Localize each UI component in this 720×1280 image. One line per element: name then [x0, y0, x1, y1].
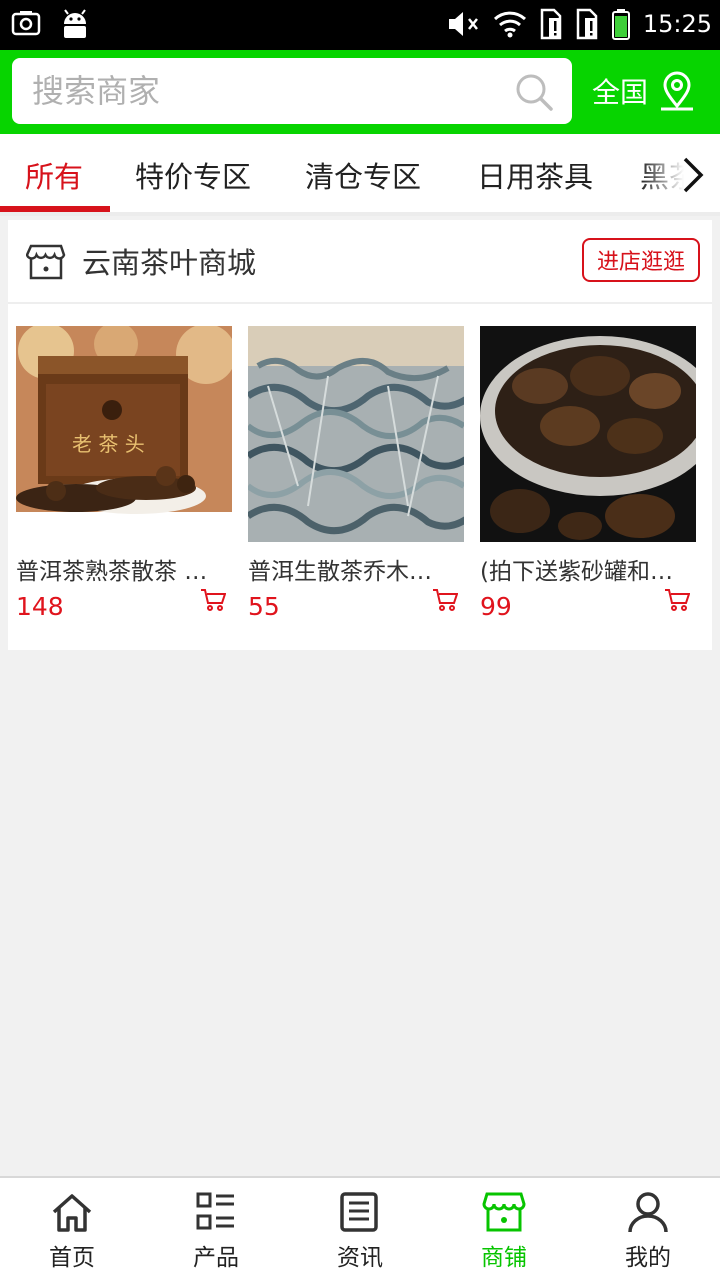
nav-products-label: 产品 [193, 1245, 239, 1271]
android-icon [64, 9, 86, 38]
chevron-right-icon[interactable] [680, 155, 706, 195]
product-image[interactable] [248, 326, 464, 542]
nav-home-label: 首页 [49, 1245, 95, 1271]
nav-shops[interactable]: 商铺 [432, 1178, 576, 1280]
svg-text:老 茶 头: 老 茶 头 [72, 432, 145, 456]
tab-tea-ware[interactable]: 日用茶具 [450, 134, 620, 212]
wifi-icon [493, 11, 526, 38]
region-selector[interactable]: 全国 [592, 64, 696, 118]
mute-icon [448, 12, 478, 36]
status-bar: 15:25 [0, 0, 720, 50]
product-list-icon [196, 1192, 234, 1230]
product-card[interactable]: 普洱生散茶乔木… 55 [248, 326, 464, 621]
search-box[interactable] [12, 58, 572, 124]
nav-shops-label: 商铺 [481, 1245, 527, 1271]
shop-icon [482, 1192, 526, 1232]
tab-special-price[interactable]: 特价专区 [110, 134, 276, 212]
cart-icon[interactable] [664, 588, 690, 612]
nav-home[interactable]: 首页 [0, 1178, 144, 1280]
clock-time: 15:25 [642, 10, 712, 38]
product-name[interactable]: 普洱茶熟茶散茶 … [16, 552, 216, 586]
active-tab-indicator [0, 206, 110, 212]
visit-store-button[interactable]: 进店逛逛 [582, 238, 700, 282]
product-image[interactable] [480, 326, 696, 542]
sim-alert-icon [576, 8, 598, 40]
nav-products[interactable]: 产品 [144, 1178, 288, 1280]
user-icon [628, 1192, 668, 1233]
battery-icon [611, 9, 630, 40]
tab-clearance[interactable]: 清仓专区 [278, 134, 448, 212]
nav-news[interactable]: 资讯 [288, 1178, 432, 1280]
nav-me[interactable]: 我的 [576, 1178, 720, 1280]
header-bar: 全国 [0, 50, 720, 134]
category-tabs: 所有 特价专区 清仓专区 日用茶具 黑茶 [0, 134, 720, 216]
store-icon [26, 244, 66, 280]
screenshot-icon [11, 11, 41, 36]
store-header: 云南茶叶商城 进店逛逛 [8, 220, 712, 304]
cart-icon[interactable] [200, 588, 226, 612]
product-name[interactable]: 普洱生散茶乔木… [248, 552, 448, 586]
nav-me-label: 我的 [625, 1245, 671, 1271]
search-input[interactable] [32, 58, 502, 124]
product-name[interactable]: (拍下送紫砂罐和… [480, 552, 680, 586]
nav-news-label: 资讯 [337, 1245, 383, 1271]
news-icon [340, 1192, 378, 1232]
store-name: 云南茶叶商城 [82, 246, 257, 280]
bottom-navigation: 首页 产品 资讯 商铺 我的 [0, 1176, 720, 1280]
product-card[interactable]: 老 茶 头 普洱茶熟茶散茶 … 148 [16, 326, 232, 621]
home-icon [52, 1194, 92, 1232]
tab-all[interactable]: 所有 [0, 134, 108, 212]
region-label: 全国 [592, 76, 649, 109]
location-pin-icon [661, 71, 694, 111]
search-icon[interactable] [514, 72, 554, 112]
store-card: 云南茶叶商城 进店逛逛 老 茶 头 普洱茶熟茶散茶 … 148 普洱生散茶乔木…… [8, 220, 712, 650]
product-card[interactable]: (拍下送紫砂罐和… 99 [480, 326, 696, 621]
cart-icon[interactable] [432, 588, 458, 612]
sim-alert-icon [540, 8, 562, 40]
product-image[interactable]: 老 茶 头 [16, 326, 232, 542]
